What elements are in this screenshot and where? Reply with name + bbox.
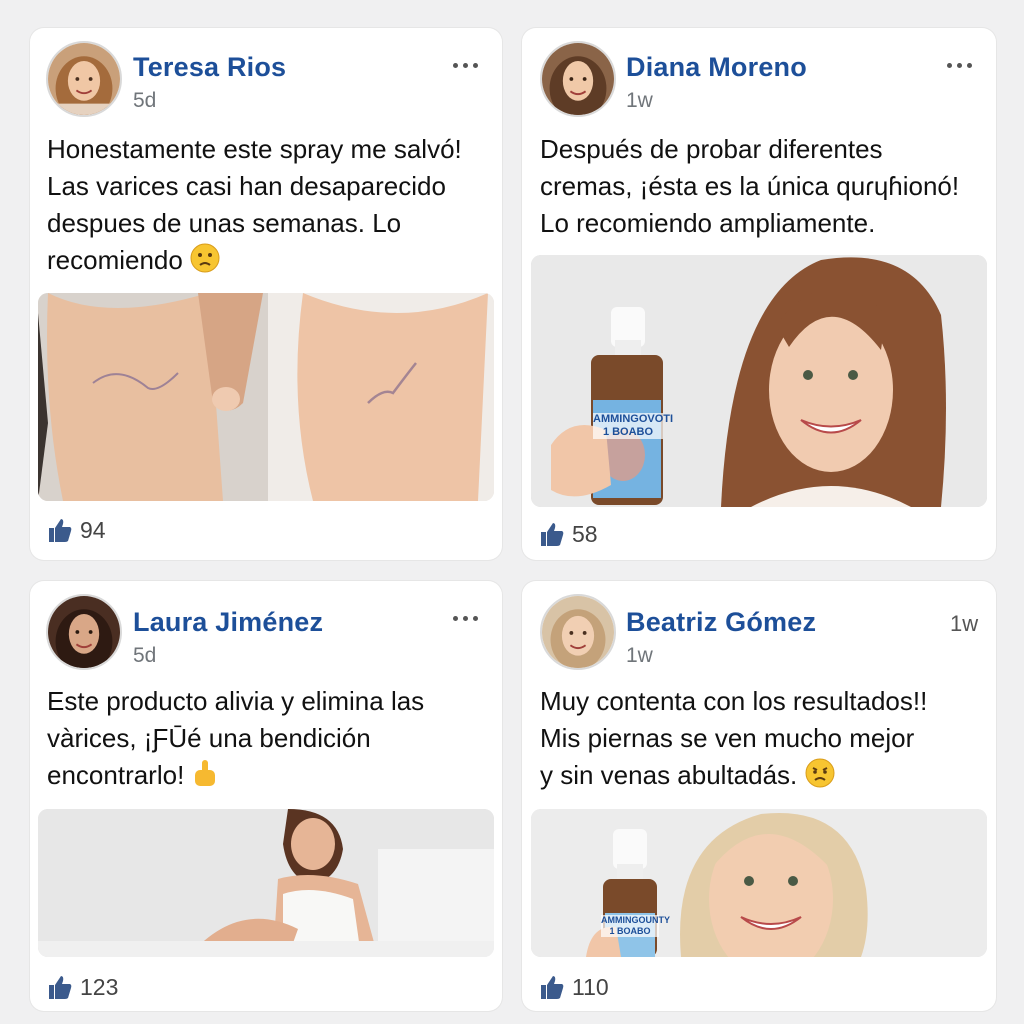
like-button[interactable]: 94 xyxy=(46,516,106,544)
post-card: Teresa Rios 5d Honestamente este spray m… xyxy=(30,28,502,560)
like-count: 58 xyxy=(572,520,598,547)
post-text-content: Este producto alivia y elimina las vàric… xyxy=(47,686,425,790)
post-photo[interactable] xyxy=(38,293,494,501)
worried-face-icon xyxy=(190,243,220,283)
product-label: AMMINGOUNTY 1 BOABO xyxy=(601,915,670,937)
avatar[interactable] xyxy=(46,594,122,670)
post-text: Este producto alivia y elimina las vàric… xyxy=(47,683,497,798)
author-name[interactable]: Teresa Rios xyxy=(133,52,286,83)
more-options-icon[interactable] xyxy=(448,58,482,72)
post-text-content: Muy contenta con los resultados!! Mis pi… xyxy=(540,686,928,790)
more-options-icon[interactable] xyxy=(448,611,482,625)
thumbs-up-icon xyxy=(541,976,564,999)
like-button[interactable]: 58 xyxy=(538,520,598,548)
avatar[interactable] xyxy=(540,594,616,670)
like-button[interactable]: 110 xyxy=(538,973,609,1001)
post-text-content: Honestamente este spray me salvó! Las va… xyxy=(47,134,462,275)
like-count: 123 xyxy=(80,973,119,1000)
thumbs-up-icon xyxy=(49,519,72,542)
avatar[interactable] xyxy=(540,41,616,117)
thumbs-up-icon xyxy=(49,976,72,999)
hand-icon xyxy=(192,758,218,798)
post-text: Después de probar diferentes cremas, ¡és… xyxy=(540,134,960,238)
author-name[interactable]: Diana Moreno xyxy=(626,52,807,83)
post-text: Honestamente este spray me salvó! Las va… xyxy=(47,131,497,283)
like-count: 110 xyxy=(572,973,609,1000)
post-time[interactable]: 1w xyxy=(626,644,653,668)
post-time[interactable]: 1w xyxy=(626,89,653,113)
like-count: 94 xyxy=(80,516,106,543)
post-text: Muy contenta con los resultados!! Mis pi… xyxy=(540,683,992,798)
post-card: Beatriz Gómez 1w 1w Muy contenta con los… xyxy=(522,581,996,1011)
like-button[interactable]: 123 xyxy=(46,973,118,1001)
avatar[interactable] xyxy=(46,41,122,117)
post-photo[interactable]: AMMINGOVOTI 1 BOABO xyxy=(531,255,987,507)
post-photo[interactable] xyxy=(38,809,494,957)
product-label: AMMINGOVOTI 1 BOABO xyxy=(593,413,674,439)
author-name[interactable]: Beatriz Gómez xyxy=(626,607,816,638)
post-card: Diana Moreno 1w Después de probar difere… xyxy=(522,28,996,560)
post-time[interactable]: 5d xyxy=(133,644,156,668)
thumbs-up-icon xyxy=(541,523,564,546)
author-name[interactable]: Laura Jiménez xyxy=(133,607,323,638)
post-photo[interactable]: AMMINGOUNTY 1 BOABO xyxy=(531,809,987,957)
post-time-right: 1w xyxy=(950,611,979,636)
frowning-face-icon xyxy=(805,758,835,798)
post-time[interactable]: 5d xyxy=(133,89,156,113)
more-options-icon[interactable] xyxy=(942,58,976,72)
post-card: Laura Jiménez 5d Este producto alivia y … xyxy=(30,581,502,1011)
